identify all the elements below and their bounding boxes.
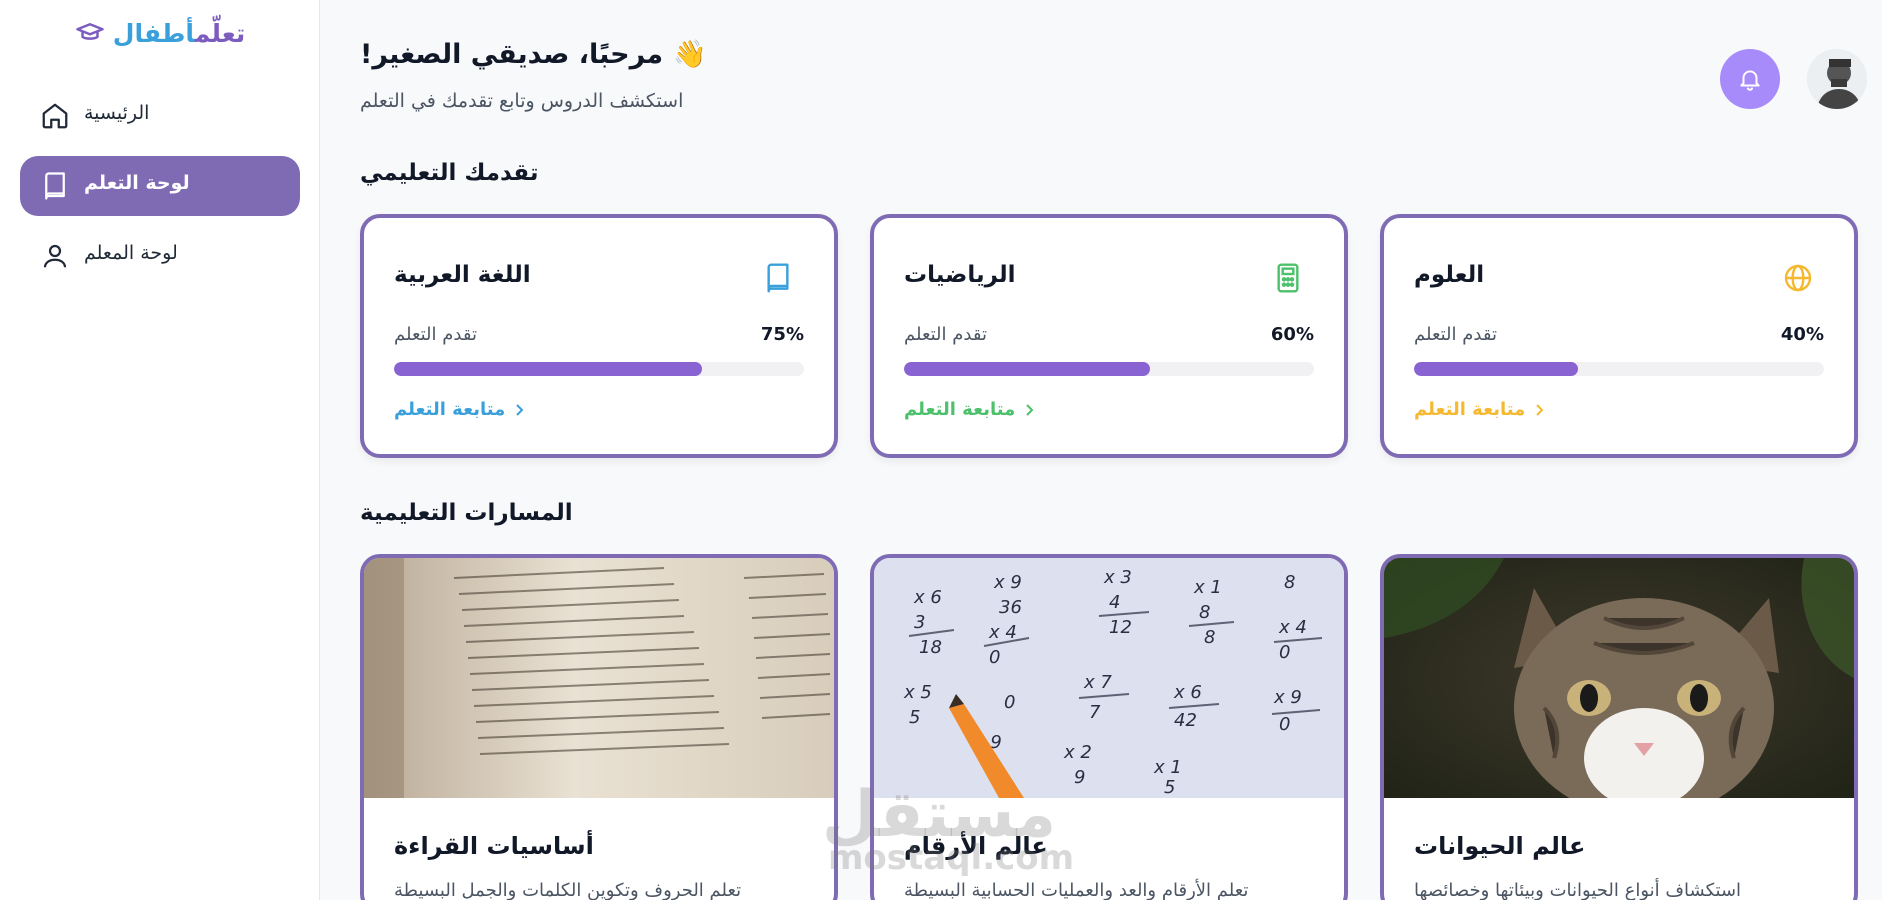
continue-learning-link[interactable]: متابعة التعلم (1414, 399, 1545, 420)
chevron-right-icon (516, 403, 524, 416)
path-description: استكشاف أنواع الحيوانات وبيئاتها وخصائصه… (1414, 880, 1742, 900)
brand-logo[interactable]: تعلّمأطفال (0, 18, 320, 48)
book-icon (767, 263, 789, 293)
svg-text:36: 36 (999, 597, 1022, 618)
globe-icon (1784, 264, 1812, 292)
continue-learning-link[interactable]: متابعة التعلم (394, 399, 525, 420)
dictionary-photo (364, 558, 834, 798)
svg-text:8: 8 (1199, 602, 1210, 623)
svg-text:x 2: x 2 (1063, 742, 1092, 763)
progress-label: تقدم التعلم (904, 324, 987, 345)
card-subject: الرياضيات (904, 262, 1016, 288)
sidebar-item-label: لوحة المعلم (84, 242, 178, 264)
svg-text:5: 5 (909, 707, 920, 728)
home-icon (42, 103, 68, 129)
sidebar: تعلّمأطفال الرئيسية لوحة التعلم لوحة الم… (0, 0, 320, 900)
main-content: !مرحبًا، صديقي الصغير 👋 استكشف الدروس وت… (320, 0, 1882, 900)
brand-name: تعلّمأطفال (112, 18, 246, 48)
svg-text:18: 18 (919, 637, 942, 658)
book-icon (45, 172, 65, 200)
svg-text:8: 8 (1204, 627, 1215, 648)
svg-text:x 1: x 1 (1153, 757, 1182, 778)
progress-percent: 75% (760, 324, 804, 345)
paths-section-title: المسارات التعليمية (360, 500, 573, 526)
svg-text:x 6: x 6 (1173, 682, 1202, 703)
svg-text:7: 7 (1089, 702, 1101, 723)
svg-text:3: 3 (914, 612, 925, 633)
chevron-right-icon (1536, 403, 1544, 416)
sidebar-item-learning-dashboard[interactable]: لوحة التعلم (20, 156, 300, 216)
progress-bar-fill (904, 362, 1150, 376)
svg-text:x 9: x 9 (1273, 687, 1302, 708)
continue-learning-link[interactable]: متابعة التعلم (904, 399, 1035, 420)
svg-text:x 7: x 7 (1083, 672, 1112, 693)
card-subject: العلوم (1414, 262, 1485, 288)
sidebar-item-label: الرئيسية (84, 102, 150, 124)
svg-text:x 5: x 5 (903, 682, 932, 703)
progress-section-title: تقدمك التعليمي (360, 160, 539, 186)
welcome-heading: !مرحبًا، صديقي الصغير (360, 38, 664, 70)
chevron-right-icon (1026, 403, 1034, 416)
svg-text:5: 5 (1164, 777, 1175, 798)
svg-text:12: 12 (1109, 617, 1132, 638)
sidebar-item-teacher-dashboard[interactable]: لوحة المعلم (20, 226, 300, 286)
math-worksheet-photo: x 6 3 18 x 9 36 x 4 0 x 3 4 12 x 1 8 8 8 x 4 0 x 5… (874, 558, 1344, 798)
svg-text:x 9: x 9 (993, 572, 1022, 593)
calculator-icon (1277, 263, 1299, 293)
progress-card-arabic: اللغة العربية تقدم التعلم 75% متابعة الت… (360, 214, 838, 458)
sidebar-nav: الرئيسية لوحة التعلم لوحة المعلم (20, 86, 300, 296)
path-title: أساسيات القراءة (394, 832, 594, 860)
path-description: تعلم الأرقام والعد والعمليات الحسابية ال… (904, 880, 1249, 900)
progress-card-math: الرياضيات تقدم التعلم 60% متابعة التعلم (870, 214, 1348, 458)
svg-text:x 4: x 4 (988, 622, 1017, 643)
user-avatar-image (1807, 49, 1867, 109)
svg-text:x 1: x 1 (1193, 577, 1222, 598)
progress-bar (394, 362, 804, 376)
avatar[interactable] (1807, 49, 1867, 109)
card-subject: اللغة العربية (394, 262, 531, 288)
sidebar-item-home[interactable]: الرئيسية (20, 86, 300, 146)
path-card-animals[interactable]: عالم الحيوانات استكشاف أنواع الحيوانات و… (1380, 554, 1858, 900)
path-description: تعلم الحروف وتكوين الكلمات والجمل البسيط… (394, 880, 742, 900)
svg-text:0: 0 (1279, 642, 1290, 663)
progress-bar-fill (1414, 362, 1578, 376)
svg-text:0: 0 (1004, 692, 1015, 713)
svg-text:0: 0 (989, 647, 1000, 668)
progress-bar (1414, 362, 1824, 376)
notifications-button[interactable] (1720, 49, 1780, 109)
sidebar-item-label: لوحة التعلم (84, 172, 190, 194)
svg-text:42: 42 (1174, 710, 1197, 731)
page-subtitle: استكشف الدروس وتابع تقدمك في التعلم (360, 90, 684, 112)
page-title: !مرحبًا، صديقي الصغير 👋 (360, 38, 707, 71)
svg-text:x 4: x 4 (1278, 617, 1307, 638)
bell-icon (1740, 70, 1760, 91)
progress-label: تقدم التعلم (1414, 324, 1497, 345)
path-title: عالم الحيوانات (1414, 832, 1586, 860)
svg-text:8: 8 (1284, 572, 1295, 593)
svg-text:x 3: x 3 (1103, 567, 1132, 588)
progress-percent: 60% (1270, 324, 1314, 345)
progress-percent: 40% (1780, 324, 1824, 345)
watermark-url: mostaql.com (828, 838, 1075, 878)
svg-text:4: 4 (1109, 592, 1120, 613)
user-icon (43, 244, 67, 268)
svg-text:x 6: x 6 (913, 587, 942, 608)
svg-text:9: 9 (1074, 767, 1085, 788)
svg-text:0: 0 (1279, 714, 1290, 735)
kitten-photo (1384, 558, 1854, 798)
path-card-reading[interactable]: أساسيات القراءة تعلم الحروف وتكوين الكلم… (360, 554, 838, 900)
progress-bar (904, 362, 1314, 376)
waving-hand-icon: 👋 (673, 39, 707, 70)
progress-bar-fill (394, 362, 702, 376)
graduation-cap-icon (76, 23, 104, 40)
progress-label: تقدم التعلم (394, 324, 477, 345)
progress-card-science: العلوم تقدم التعلم 40% متابعة التعلم (1380, 214, 1858, 458)
